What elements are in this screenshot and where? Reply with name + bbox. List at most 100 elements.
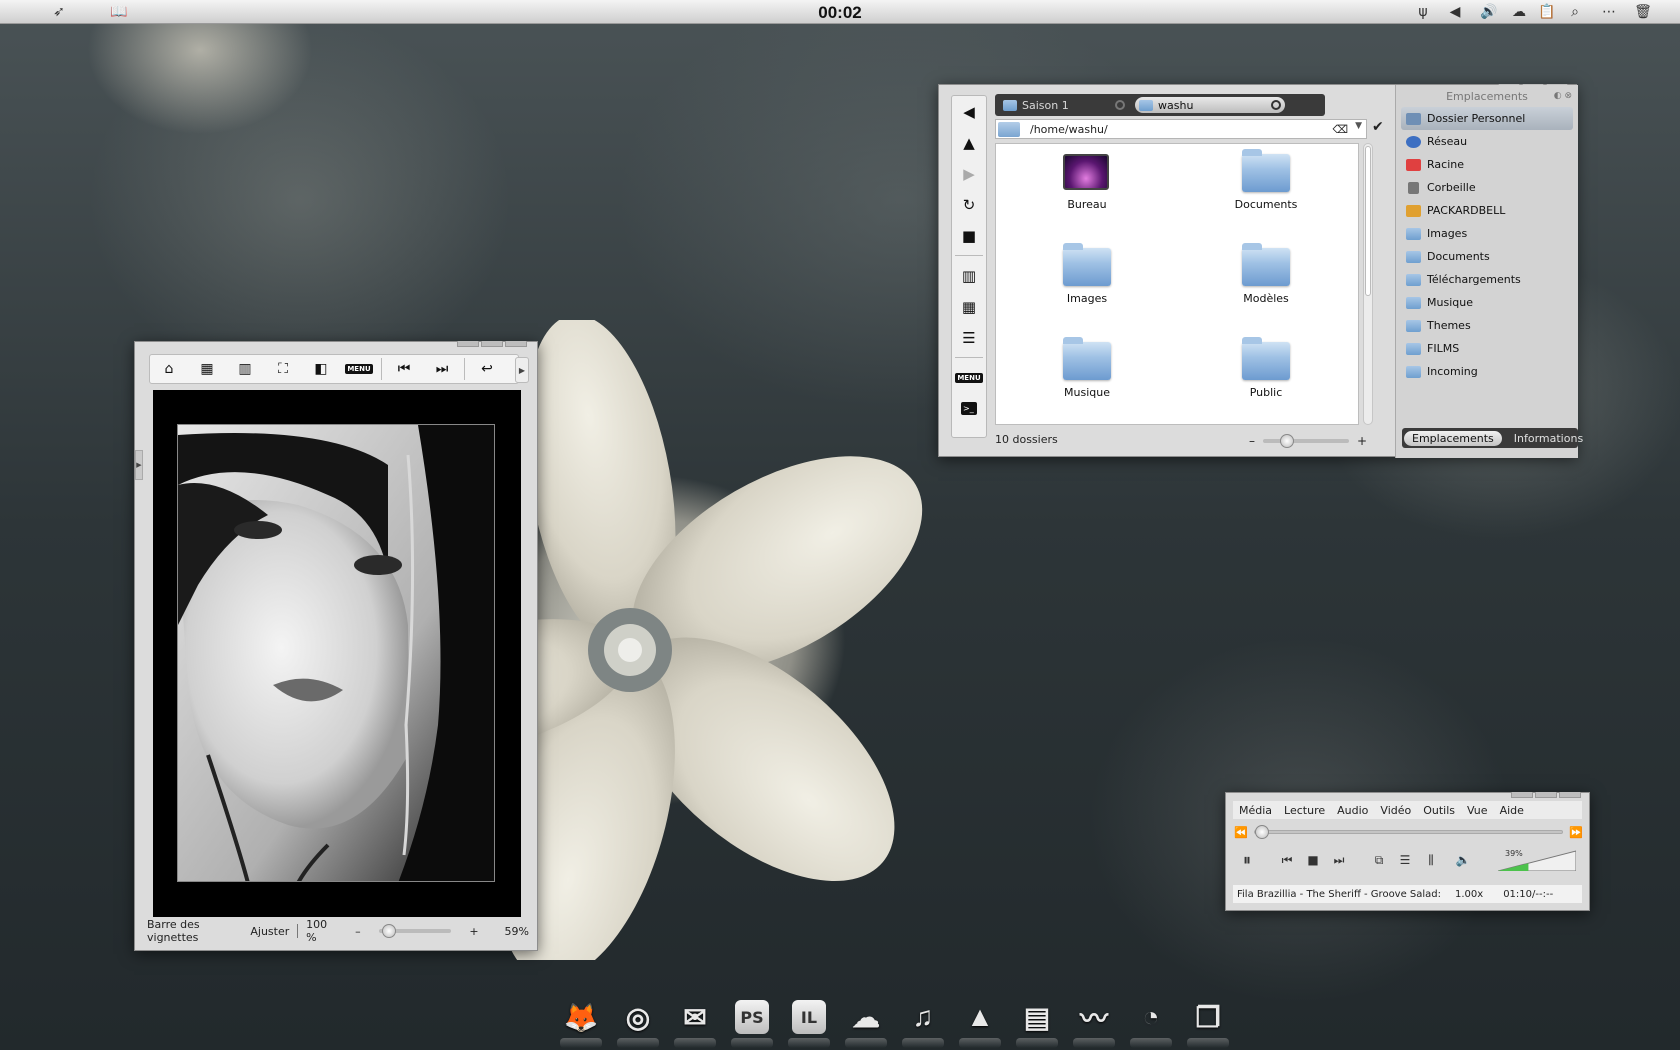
sidebar-item-films[interactable]: FILMS	[1396, 337, 1578, 360]
window-controls[interactable]	[457, 341, 527, 347]
tab-saison-1[interactable]: Saison 1	[999, 97, 1129, 113]
pause-icon[interactable]: ⏸	[1234, 848, 1260, 872]
next-icon[interactable]: ⏭	[1326, 848, 1352, 872]
sidebar-item-musique[interactable]: Musique	[1396, 291, 1578, 314]
image-zoom-slider-knob[interactable]	[382, 924, 397, 938]
sidebar-close-icon[interactable]: ◐ ⊗	[1554, 91, 1572, 101]
sidebar-item-telechargements[interactable]: Téléchargements	[1396, 268, 1578, 291]
fit-button[interactable]: Ajuster	[250, 925, 289, 938]
folder-item-modeles[interactable]: Modèles	[1211, 243, 1321, 305]
sidebar-item-images[interactable]: Images	[1396, 222, 1578, 245]
vlc-icon[interactable]: ▲	[959, 996, 1001, 1048]
zoom-in-button[interactable]: +	[1357, 434, 1367, 448]
folder-item-documents[interactable]: Documents	[1211, 149, 1321, 211]
sidebar-item-corbeille[interactable]: Corbeille	[1396, 176, 1578, 199]
playback-speed[interactable]: 1.00x	[1455, 889, 1483, 900]
rss-icon[interactable]: ◎	[617, 996, 659, 1048]
fast-forward-icon[interactable]: ⏩	[1569, 826, 1583, 839]
files-icon[interactable]: ❐	[1187, 996, 1229, 1048]
checkmark-icon[interactable]: ✔	[1372, 119, 1384, 135]
music-icon[interactable]: ♫	[902, 996, 944, 1048]
back-icon[interactable]: ↩	[468, 355, 506, 383]
volume-icon[interactable]: 🔊	[1480, 3, 1498, 21]
illustrator-icon[interactable]: IL	[788, 996, 830, 1048]
sidebar-item-themes[interactable]: Themes	[1396, 314, 1578, 337]
close-tab-icon[interactable]	[1271, 100, 1281, 110]
list-view-icon[interactable]: ☰	[952, 322, 986, 353]
fullscreen-icon[interactable]: ⛶	[264, 355, 302, 383]
sidebar-handle-icon[interactable]: ▶	[135, 450, 143, 480]
satellite-icon[interactable]: ◔	[1130, 996, 1172, 1048]
zoom-in-button[interactable]: +	[469, 925, 478, 938]
mail-icon[interactable]: ✉	[674, 996, 716, 1048]
previous-icon[interactable]: ⏮	[1274, 848, 1300, 872]
messenger-icon[interactable]: ☁	[845, 996, 887, 1048]
clipboard-icon[interactable]: 📋	[1538, 3, 1556, 21]
folder-item-bureau[interactable]: Bureau	[1032, 154, 1142, 211]
tab-washu[interactable]: washu	[1135, 97, 1285, 113]
zoom-out-button[interactable]: –	[1249, 434, 1255, 448]
zoom-slider[interactable]	[1263, 434, 1349, 448]
menu-audio[interactable]: Audio	[1331, 804, 1374, 817]
menu-media[interactable]: Média	[1233, 804, 1278, 817]
sidebar-item-racine[interactable]: Racine	[1396, 153, 1578, 176]
folder-item-musique[interactable]: Musique	[1032, 337, 1142, 399]
sidebar-title[interactable]: Emplacements	[1446, 90, 1528, 103]
usb-icon[interactable]: ψ	[1414, 3, 1432, 21]
birds-icon[interactable]: 〰	[1073, 996, 1115, 1048]
toolbar-overflow-icon[interactable]: ▶	[515, 357, 529, 383]
tab-emplacements[interactable]: Emplacements	[1404, 430, 1502, 446]
icon-view-icon[interactable]: ▦	[952, 291, 986, 322]
search-icon[interactable]: ⌕	[1566, 3, 1584, 21]
chevron-down-icon[interactable]: ▼	[1355, 121, 1362, 131]
sidebar-item-documents[interactable]: Documents	[1396, 245, 1578, 268]
firefox-icon[interactable]: 🦊	[560, 996, 602, 1048]
up-icon[interactable]: ▲	[952, 127, 986, 158]
zoom-slider-knob[interactable]	[1279, 434, 1294, 448]
seek-bar[interactable]	[1253, 825, 1564, 839]
menu-aide[interactable]: Aide	[1494, 804, 1530, 817]
arrow-left-icon[interactable]: ◀	[1446, 3, 1464, 21]
fullscreen-icon[interactable]: ⧉	[1366, 848, 1392, 872]
sidebar-item-incoming[interactable]: Incoming	[1396, 360, 1578, 383]
grid-icon[interactable]: ▦	[188, 355, 226, 383]
menu-icon[interactable]: MENU	[340, 355, 378, 383]
location-path[interactable]: /home/washu/	[1030, 123, 1108, 136]
compact-view-icon[interactable]: ▥	[952, 260, 986, 291]
chat-icon[interactable]: ⋯	[1600, 3, 1618, 21]
clear-icon[interactable]: ⌫	[1332, 123, 1348, 136]
sidebar-item-packardbell[interactable]: PACKARDBELL	[1396, 199, 1578, 222]
sidebar-icon[interactable]: ◧	[302, 355, 340, 383]
terminal-icon[interactable]: >_	[952, 393, 986, 424]
image-zoom-slider[interactable]	[378, 924, 452, 938]
menu-lecture[interactable]: Lecture	[1278, 804, 1331, 817]
close-tab-icon[interactable]	[1115, 100, 1125, 110]
zoom-level[interactable]: 100 %	[306, 918, 337, 944]
seek-knob[interactable]	[1254, 825, 1269, 839]
photoshop-icon[interactable]: PS	[731, 996, 773, 1048]
sidebar-item-dossier-personnel[interactable]: Dossier Personnel	[1401, 107, 1573, 130]
playback-time[interactable]: 01:10/--:--	[1503, 889, 1553, 900]
back-icon[interactable]: ◀	[952, 96, 986, 127]
menu-icon[interactable]: MENU	[952, 362, 986, 393]
sidebar-item-reseau[interactable]: Réseau	[1396, 130, 1578, 153]
window-controls[interactable]	[1511, 792, 1581, 798]
forward-icon[interactable]: ▶	[952, 158, 986, 189]
next-icon[interactable]: ⏭	[423, 355, 461, 383]
filmstrip-icon[interactable]: ▥	[226, 355, 264, 383]
vertical-scrollbar[interactable]	[1363, 143, 1373, 425]
stop-icon[interactable]: ■	[1300, 848, 1326, 872]
folder-item-images[interactable]: Images	[1032, 243, 1142, 305]
trash-icon[interactable]: 🗑	[1634, 3, 1652, 21]
folder-item-public[interactable]: Public	[1211, 337, 1321, 399]
home-icon[interactable]: ⌂	[150, 355, 188, 383]
notes-icon[interactable]: ▤	[1016, 996, 1058, 1048]
menu-vue[interactable]: Vue	[1461, 804, 1494, 817]
playlist-icon[interactable]: ☰	[1392, 848, 1418, 872]
stop-icon[interactable]: ■	[952, 220, 986, 251]
tab-informations[interactable]: Informations	[1506, 431, 1591, 446]
menu-video[interactable]: Vidéo	[1374, 804, 1417, 817]
cloud-icon[interactable]: ☁	[1510, 3, 1528, 21]
rewind-icon[interactable]: ⏪	[1234, 826, 1248, 839]
zoom-out-button[interactable]: –	[355, 925, 361, 938]
